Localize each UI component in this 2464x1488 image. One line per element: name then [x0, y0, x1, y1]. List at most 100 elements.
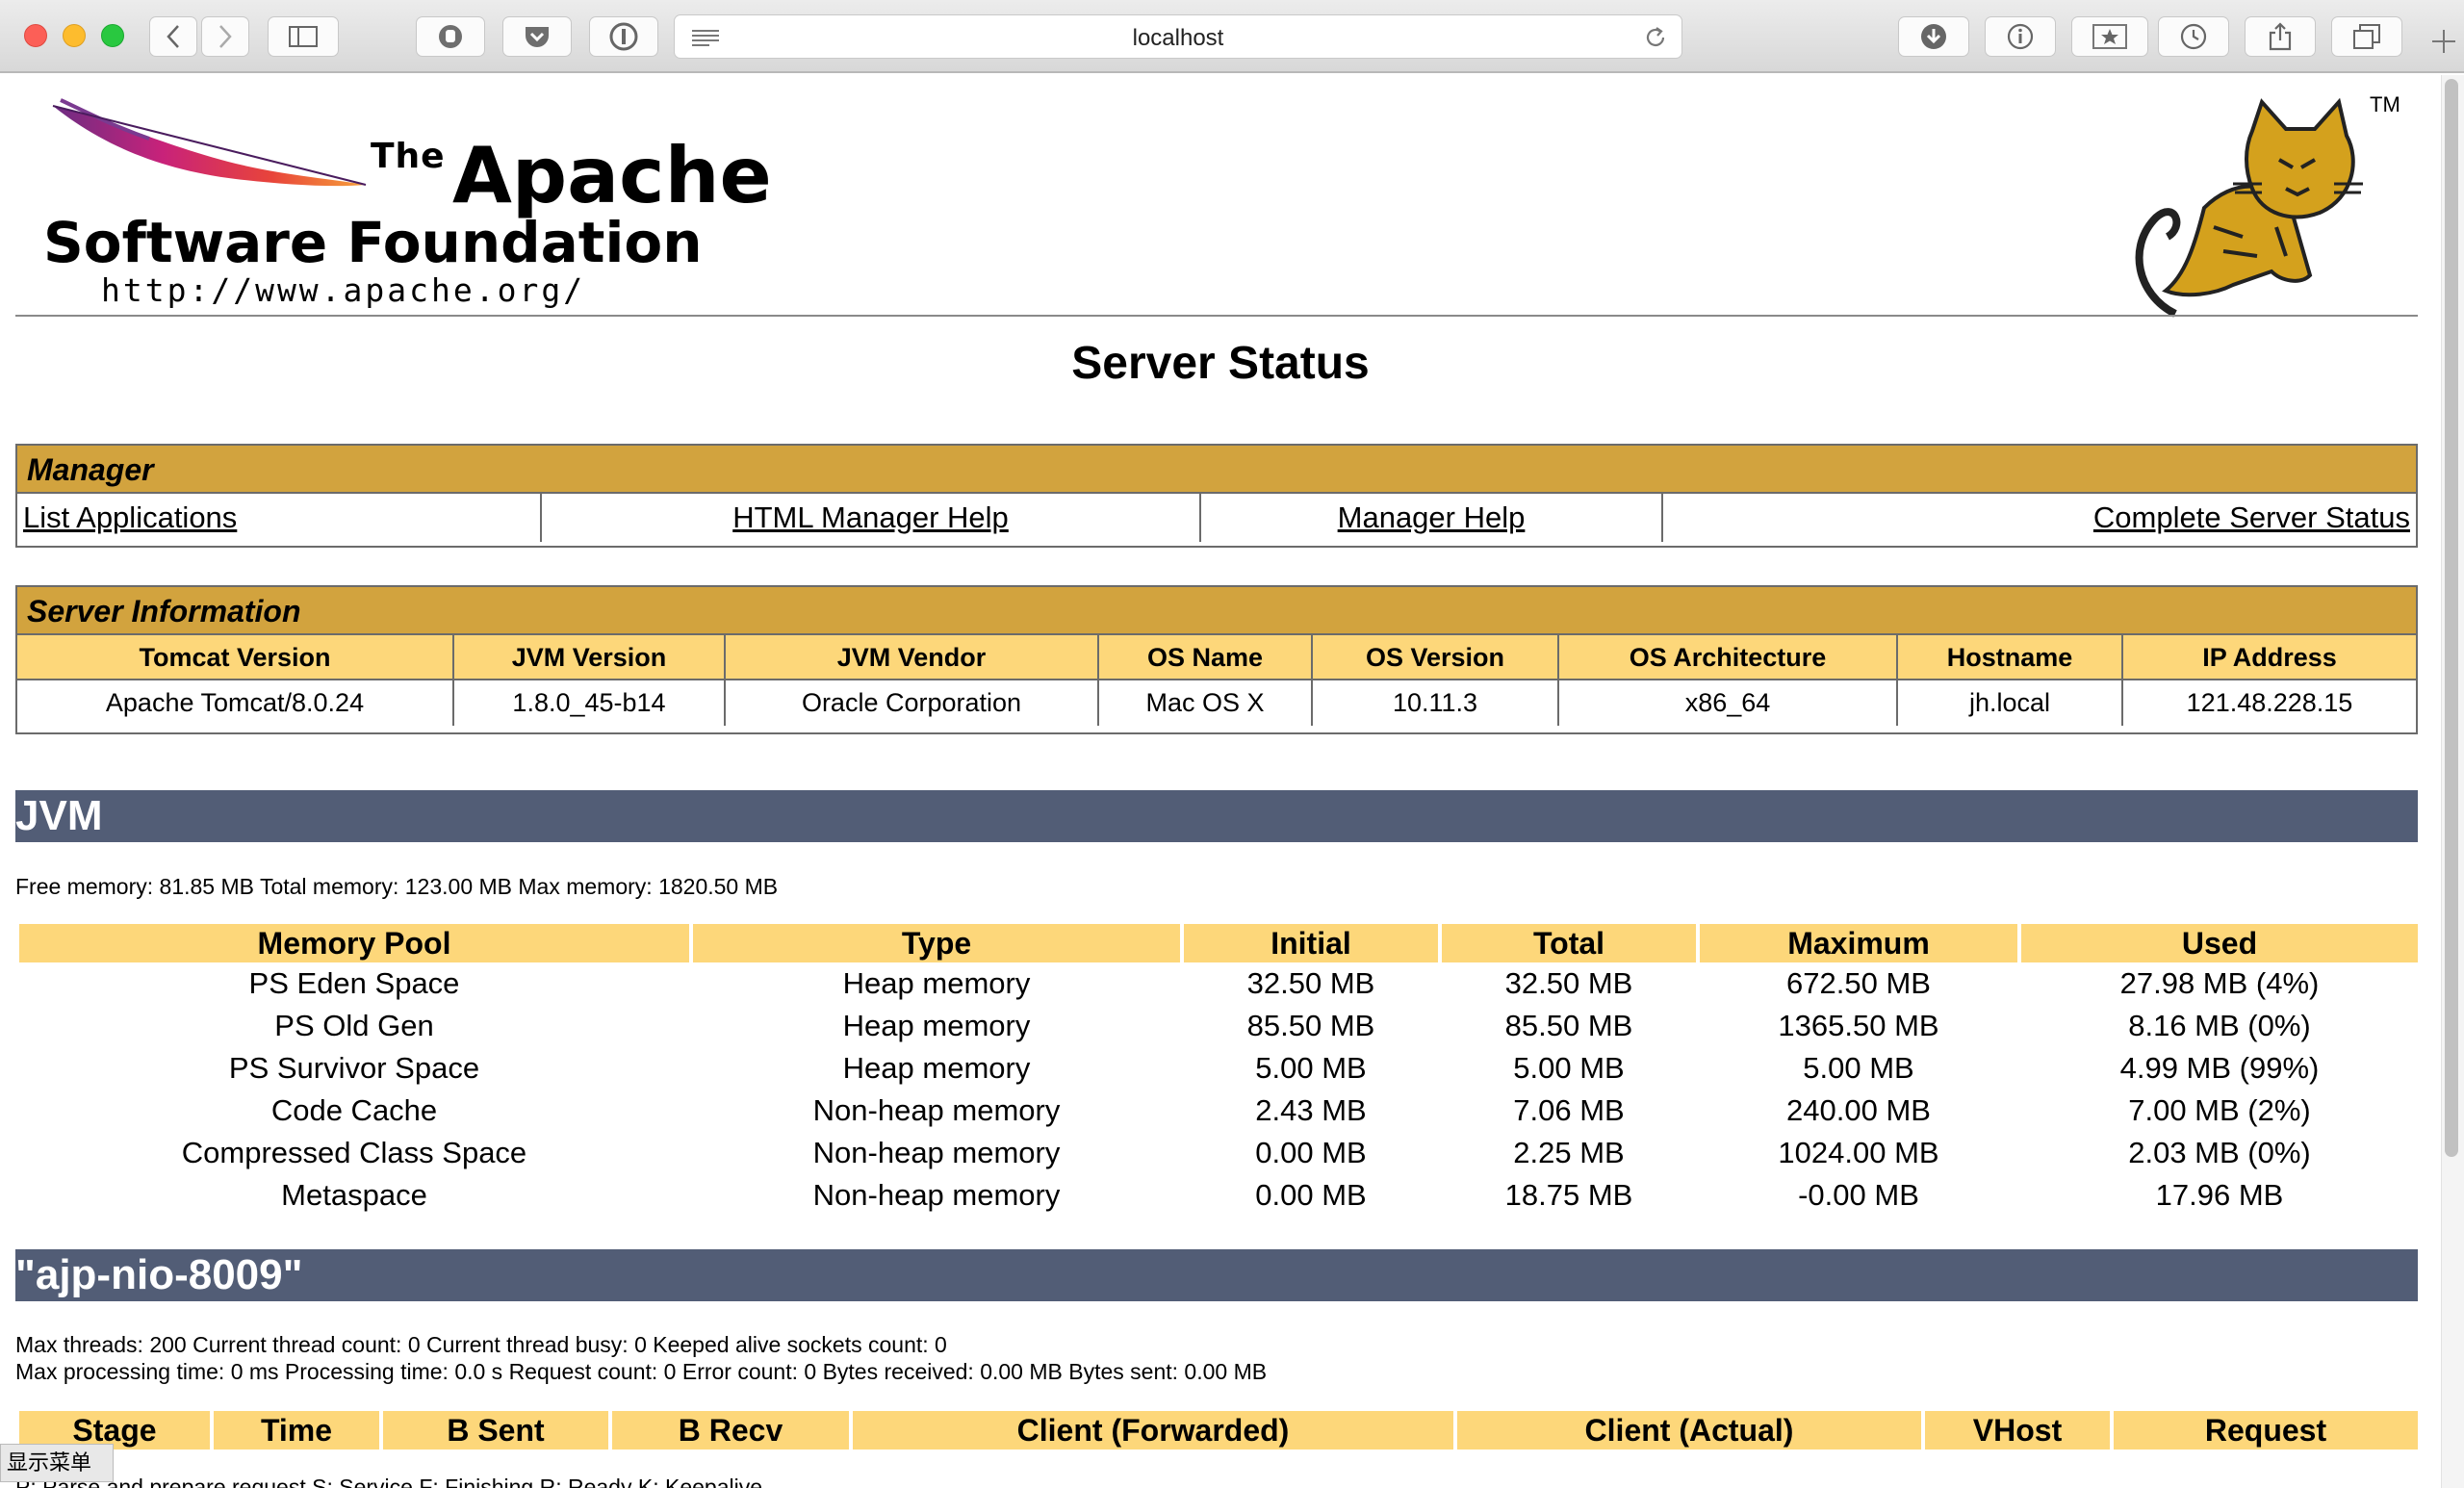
- manager-link-cell: List Applications: [17, 494, 542, 542]
- tabs-overview-button[interactable]: [2331, 16, 2402, 57]
- table-cell: 85.50 MB: [1246, 1009, 1375, 1042]
- bookmark-button[interactable]: [2071, 16, 2148, 57]
- manager-link-cell: Complete Server Status: [1663, 494, 2416, 542]
- scrollbar-thumb[interactable]: [2445, 79, 2458, 1157]
- manager-help-link[interactable]: Manager Help: [1338, 500, 1526, 534]
- table-cell: 85.50 MB: [1504, 1009, 1633, 1042]
- manager-panel: Manager List Applications HTML Manager H…: [15, 444, 2418, 548]
- logo-software-foundation: Software Foundation: [43, 210, 703, 275]
- table-cell: 4.99 MB (99%): [2119, 1051, 2320, 1085]
- server-info-header-row: Tomcat Version JVM Version JVM Vendor OS…: [17, 635, 2416, 680]
- table-cell: 121.48.228.15: [2186, 688, 2353, 717]
- table-cell: Apache Tomcat/8.0.24: [17, 680, 454, 726]
- table-cell: 1.8.0_45-b14: [454, 680, 726, 726]
- star-icon: [2092, 24, 2127, 49]
- table-cell: Heap memory: [842, 1051, 1031, 1085]
- memory-pool-name: Code Cache: [270, 1093, 438, 1127]
- column-header: JVM Vendor: [726, 635, 1099, 680]
- manager-link-cell: HTML Manager Help: [542, 494, 1201, 542]
- table-cell: 18.75 MB: [1504, 1178, 1633, 1212]
- minimize-window-button[interactable]: [63, 24, 86, 47]
- connector-processing-summary: Max processing time: 0 ms Processing tim…: [15, 1359, 1268, 1384]
- table-cell: 5.00 MB: [1803, 1051, 1914, 1085]
- column-header: OS Version: [1313, 635, 1559, 680]
- table-cell: Oracle Corporation: [726, 680, 1099, 726]
- table-cell: 17.96 MB: [2155, 1178, 2284, 1212]
- hand-icon: [439, 25, 462, 48]
- page-info-button[interactable]: [1985, 16, 2056, 57]
- sidebar-button[interactable]: [268, 16, 339, 57]
- manager-title: Manager: [17, 446, 2416, 494]
- zoom-window-button[interactable]: [101, 24, 124, 47]
- extension-hand-button[interactable]: [416, 16, 485, 57]
- download-icon: [1921, 24, 1946, 49]
- column-header: B Recv: [612, 1411, 849, 1450]
- info-icon: [2007, 23, 2034, 50]
- close-window-button[interactable]: [24, 24, 47, 47]
- page-content: The Apache Software Foundation http://ww…: [0, 75, 2441, 1488]
- tabs-icon: [2353, 24, 2380, 49]
- pocket-icon: [526, 27, 549, 47]
- server-info-values-row: Apache Tomcat/8.0.24 1.8.0_45-b14 Oracle…: [17, 680, 2416, 726]
- memory-pool-name: PS Old Gen: [274, 1009, 434, 1042]
- pocket-button[interactable]: [502, 16, 572, 57]
- connector-threads-summary: Max threads: 200 Current thread count: 0…: [15, 1332, 947, 1357]
- share-button[interactable]: [2245, 16, 2316, 57]
- header-divider: [15, 315, 2418, 317]
- apache-logo[interactable]: The Apache Software Foundation http://ww…: [43, 96, 772, 366]
- password-manager-button[interactable]: [589, 16, 658, 57]
- chevron-right-icon: [219, 25, 232, 48]
- column-header: Initial: [1184, 924, 1438, 962]
- table-cell: Non-heap memory: [812, 1093, 1061, 1127]
- memory-pool-table: Memory Pool Type Initial Total Maximum U…: [19, 924, 2418, 1290]
- table-cell: x86_64: [1559, 680, 1898, 726]
- memory-pool-name: Compressed Class Space: [181, 1136, 527, 1169]
- table-cell: 5.00 MB: [1255, 1051, 1367, 1085]
- connector-section-banner: "ajp-nio-8009": [15, 1249, 2418, 1301]
- back-button[interactable]: [149, 16, 197, 57]
- column-header: OS Name: [1099, 635, 1313, 680]
- history-button[interactable]: [2158, 16, 2229, 57]
- logo-url: http://www.apache.org/: [101, 271, 586, 309]
- column-header: B Sent: [383, 1411, 608, 1450]
- forward-button[interactable]: [201, 16, 249, 57]
- chevron-left-icon: [167, 25, 179, 48]
- browser-toolbar: localhost: [0, 0, 2464, 73]
- table-cell: -0.00 MB: [1798, 1178, 1919, 1212]
- column-header: Type: [693, 924, 1180, 962]
- column-header: Client (Actual): [1457, 1411, 1921, 1450]
- request-stage-table: Stage Time B Sent B Recv Client (Forward…: [19, 1411, 2418, 1450]
- downloads-button[interactable]: [1898, 16, 1969, 57]
- logo-apache: Apache: [452, 131, 772, 220]
- new-tab-icon[interactable]: [2429, 27, 2458, 56]
- logo-the: The: [371, 137, 446, 176]
- table-cell: 7.06 MB: [1513, 1093, 1625, 1127]
- reload-icon[interactable]: [1643, 25, 1668, 50]
- table-cell: Heap memory: [842, 1009, 1031, 1042]
- html-manager-help-link[interactable]: HTML Manager Help: [732, 500, 1009, 534]
- table-cell: 2.25 MB: [1513, 1136, 1625, 1169]
- table-cell: Heap memory: [842, 966, 1031, 1000]
- table-cell: 8.16 MB (0%): [2128, 1009, 2311, 1042]
- table-cell: 32.50 MB: [1504, 966, 1633, 1000]
- column-header: Request: [2114, 1411, 2418, 1450]
- ime-show-menu-button[interactable]: 显示菜单: [0, 1444, 114, 1482]
- table-cell: 27.98 MB (4%): [2119, 966, 2320, 1000]
- list-applications-link[interactable]: List Applications: [23, 500, 237, 534]
- column-header: Memory Pool: [19, 924, 689, 962]
- table-cell: 32.50 MB: [1246, 966, 1375, 1000]
- column-header: Hostname: [1898, 635, 2123, 680]
- memory-pool-name: PS Eden Space: [248, 966, 460, 1000]
- complete-server-status-link[interactable]: Complete Server Status: [2093, 500, 2410, 534]
- manager-link-cell: Manager Help: [1201, 494, 1663, 542]
- clock-icon: [2180, 23, 2207, 50]
- address-bar[interactable]: localhost: [674, 14, 1682, 59]
- url-text[interactable]: localhost: [675, 25, 1681, 52]
- column-header: Total: [1442, 924, 1696, 962]
- page-title: Server Status: [1071, 338, 1370, 389]
- table-cell: 0.00 MB: [1255, 1178, 1367, 1212]
- table-cell: Non-heap memory: [812, 1178, 1061, 1212]
- manager-links-row: List Applications HTML Manager Help Mana…: [17, 494, 2416, 542]
- table-cell: jh.local: [1898, 680, 2123, 726]
- tomcat-logo[interactable]: [2118, 92, 2387, 323]
